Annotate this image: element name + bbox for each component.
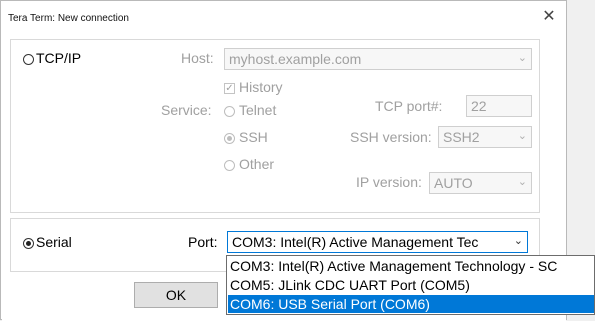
ssh-label: SSH — [239, 129, 268, 145]
other-label: Other — [239, 156, 275, 172]
history-label: History — [239, 79, 283, 95]
ip-version-label: IP version: — [356, 174, 422, 190]
title-bar: Tera Term: New connection ✕ — [1, 1, 566, 37]
port-label: Port: — [188, 234, 218, 250]
ip-version-combobox[interactable]: AUTO ⌄ — [429, 172, 532, 194]
tcp-port-input[interactable]: 22 — [466, 95, 532, 117]
ssh-version-label: SSH version: — [350, 129, 432, 145]
close-icon[interactable]: ✕ — [538, 7, 560, 27]
history-checkbox[interactable]: ✓ — [224, 83, 235, 94]
serial-port-option-selected[interactable]: COM6: USB Serial Port (COM6) — [228, 295, 594, 313]
tcp-port-value: 22 — [471, 98, 487, 114]
ok-button[interactable]: OK — [134, 282, 218, 308]
chevron-down-icon: ⌄ — [517, 176, 527, 188]
host-label: Host: — [181, 50, 214, 66]
chevron-down-icon: ⌄ — [517, 52, 527, 64]
serial-port-dropdown-list: COM3: Intel(R) Active Management Technol… — [226, 255, 595, 315]
host-value: myhost.example.com — [229, 51, 362, 67]
tcpip-label[interactable]: TCP/IP — [36, 50, 81, 66]
host-combobox[interactable]: myhost.example.com ⌄ — [224, 48, 532, 70]
telnet-radio[interactable] — [224, 106, 235, 117]
serial-radio[interactable] — [23, 238, 34, 249]
radio-dot — [227, 136, 232, 141]
ok-button-label: OK — [165, 287, 187, 303]
serial-port-combobox[interactable]: COM3: Intel(R) Active Management Tec ⌄ — [227, 231, 528, 253]
ssh-version-value: SSH2 — [443, 129, 480, 145]
telnet-label: Telnet — [239, 102, 277, 118]
serial-label[interactable]: Serial — [36, 234, 72, 250]
radio-dot — [26, 241, 31, 246]
window-title: Tera Term: New connection — [8, 13, 129, 24]
other-radio[interactable] — [224, 160, 235, 171]
tcpip-group: TCP/IP Host: myhost.example.com ⌄ ✓ Hist… — [10, 39, 540, 213]
tcpip-radio[interactable] — [23, 54, 34, 65]
serial-port-option[interactable]: COM3: Intel(R) Active Management Technol… — [228, 257, 594, 275]
chevron-down-icon: ⌄ — [513, 235, 523, 247]
ssh-radio[interactable] — [224, 133, 235, 144]
ssh-version-combobox[interactable]: SSH2 ⌄ — [438, 126, 532, 148]
service-label: Service: — [161, 102, 212, 118]
serial-port-option[interactable]: COM5: JLink CDC UART Port (COM5) — [228, 276, 594, 294]
ip-version-value: AUTO — [434, 175, 473, 191]
tcp-port-label: TCP port#: — [375, 98, 443, 114]
serial-port-value: COM3: Intel(R) Active Management Tec — [232, 234, 479, 250]
chevron-down-icon: ⌄ — [517, 130, 527, 142]
